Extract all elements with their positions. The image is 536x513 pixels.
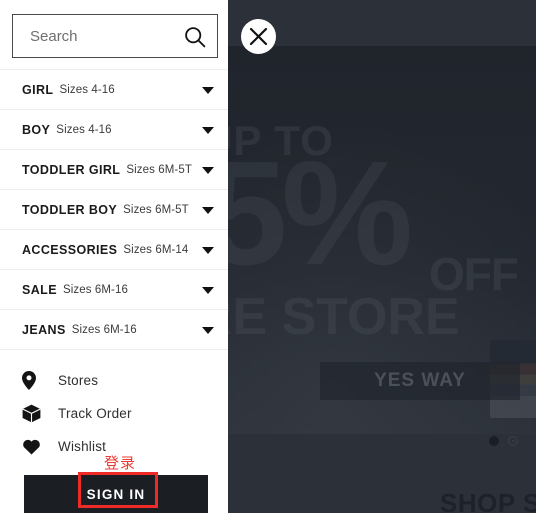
- app-root: UP TO 75% OFF ENTIRE STORE YES WAY SHOP …: [0, 0, 536, 513]
- search-input[interactable]: [13, 16, 180, 56]
- nav-label: TODDLER BOY: [22, 202, 118, 217]
- nav-row-boy[interactable]: BOY Sizes 4-16: [0, 110, 228, 150]
- nav-row-toddler-girl[interactable]: TODDLER GIRL Sizes 6M-5T: [0, 150, 228, 190]
- chevron-down-icon[interactable]: [202, 246, 214, 254]
- nav-row-accessories[interactable]: ACCESSORIES Sizes 6M-14: [0, 230, 228, 270]
- nav-sizes: Sizes 6M-16: [62, 283, 128, 296]
- nav-sizes: Sizes 4-16: [56, 123, 112, 136]
- nav-row-girl[interactable]: GIRL Sizes 4-16: [0, 70, 228, 110]
- nav-sizes: Sizes 6M-14: [123, 243, 189, 256]
- util-label: Track Order: [58, 406, 132, 421]
- chevron-down-icon[interactable]: [202, 286, 214, 294]
- carousel-dot-1[interactable]: [489, 436, 499, 446]
- nav-label: ACCESSORIES: [22, 242, 118, 257]
- nav-sizes: Sizes 4-16: [59, 83, 115, 96]
- nav-label: JEANS: [22, 322, 66, 337]
- nav-row-sale[interactable]: SALE Sizes 6M-16: [0, 270, 228, 310]
- search-section: [0, 0, 228, 70]
- nav-row-jeans[interactable]: JEANS Sizes 6M-16: [0, 310, 228, 350]
- nav-sizes: Sizes 6M-5T: [123, 203, 189, 216]
- shop-sale-heading: SHOP SALE: [440, 488, 536, 513]
- navigation-drawer: GIRL Sizes 4-16 BOY Sizes 4-16 TODDLER G…: [0, 0, 228, 513]
- nav-row-toddler-boy[interactable]: TODDLER BOY Sizes 6M-5T: [0, 190, 228, 230]
- search-box[interactable]: [12, 14, 218, 58]
- utility-links-list: Stores Track Order Wishlist: [0, 364, 228, 463]
- util-row-wishlist[interactable]: Wishlist: [0, 430, 228, 463]
- nav-label: GIRL: [22, 82, 54, 97]
- util-label: Wishlist: [58, 439, 107, 454]
- search-icon[interactable]: [181, 23, 209, 51]
- heart-icon: [22, 438, 44, 455]
- chevron-down-icon[interactable]: [202, 326, 214, 334]
- carousel-dot-2[interactable]: [508, 436, 518, 446]
- promo-cta-button[interactable]: YES WAY: [320, 362, 520, 400]
- chevron-down-icon[interactable]: [202, 206, 214, 214]
- chevron-down-icon[interactable]: [202, 86, 214, 94]
- chevron-down-icon[interactable]: [202, 166, 214, 174]
- category-nav-list: GIRL Sizes 4-16 BOY Sizes 4-16 TODDLER G…: [0, 70, 228, 350]
- carousel-dots[interactable]: [489, 436, 518, 446]
- nav-label: BOY: [22, 122, 51, 137]
- close-drawer-button[interactable]: [241, 19, 276, 54]
- chevron-down-icon[interactable]: [202, 126, 214, 134]
- util-label: Stores: [58, 373, 99, 388]
- close-x-icon: [249, 27, 268, 46]
- map-pin-icon: [22, 371, 44, 390]
- nav-sizes: Sizes 6M-16: [71, 323, 137, 336]
- util-row-stores[interactable]: Stores: [0, 364, 228, 397]
- package-box-icon: [22, 404, 44, 423]
- nav-label: SALE: [22, 282, 57, 297]
- nav-sizes: Sizes 6M-5T: [126, 163, 192, 176]
- sign-in-button[interactable]: SIGN IN: [24, 475, 208, 513]
- util-row-track-order[interactable]: Track Order: [0, 397, 228, 430]
- nav-label: TODDLER GIRL: [22, 162, 121, 177]
